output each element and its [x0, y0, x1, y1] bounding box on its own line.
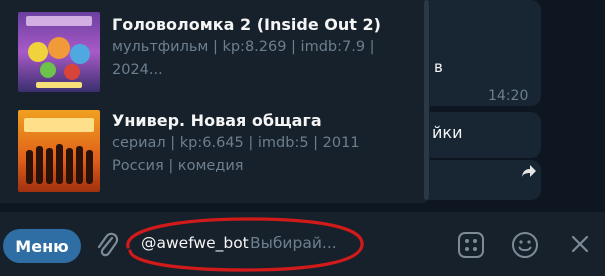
- result-description: мультфильм | kp:8.269 | imdb:7.9 | 2024.…: [112, 39, 375, 78]
- inline-result-item[interactable]: Головоломка 2 (Inside Out 2) мультфильм …: [0, 0, 420, 94]
- result-title: Головоломка 2 (Inside Out 2): [112, 15, 381, 34]
- result-title: Универ. Новая общага: [112, 111, 322, 130]
- result-description: сериал | kp:6.645 | imdb:5 | 2011 Россия…: [112, 135, 360, 174]
- emoji-icon[interactable]: [510, 230, 540, 260]
- paperclip-icon[interactable]: [94, 230, 120, 260]
- menu-button[interactable]: Меню: [3, 229, 81, 263]
- inline-result-item[interactable]: Универ. Новая общага сериал | kp:6.645 |…: [0, 100, 420, 194]
- bot-commands-icon[interactable]: [457, 231, 485, 259]
- forward-icon[interactable]: [521, 164, 537, 178]
- message-time: 14:20: [488, 88, 529, 104]
- scrollbar[interactable]: [424, 0, 429, 200]
- message-text: йки: [432, 123, 463, 142]
- annotation-ellipse: [126, 217, 364, 272]
- close-icon[interactable]: [568, 232, 592, 256]
- result-thumbnail: [18, 12, 100, 92]
- inline-results-popup: Головоломка 2 (Inside Out 2) мультфильм …: [0, 0, 430, 203]
- message-text: в: [434, 58, 443, 76]
- result-thumbnail: [18, 110, 100, 192]
